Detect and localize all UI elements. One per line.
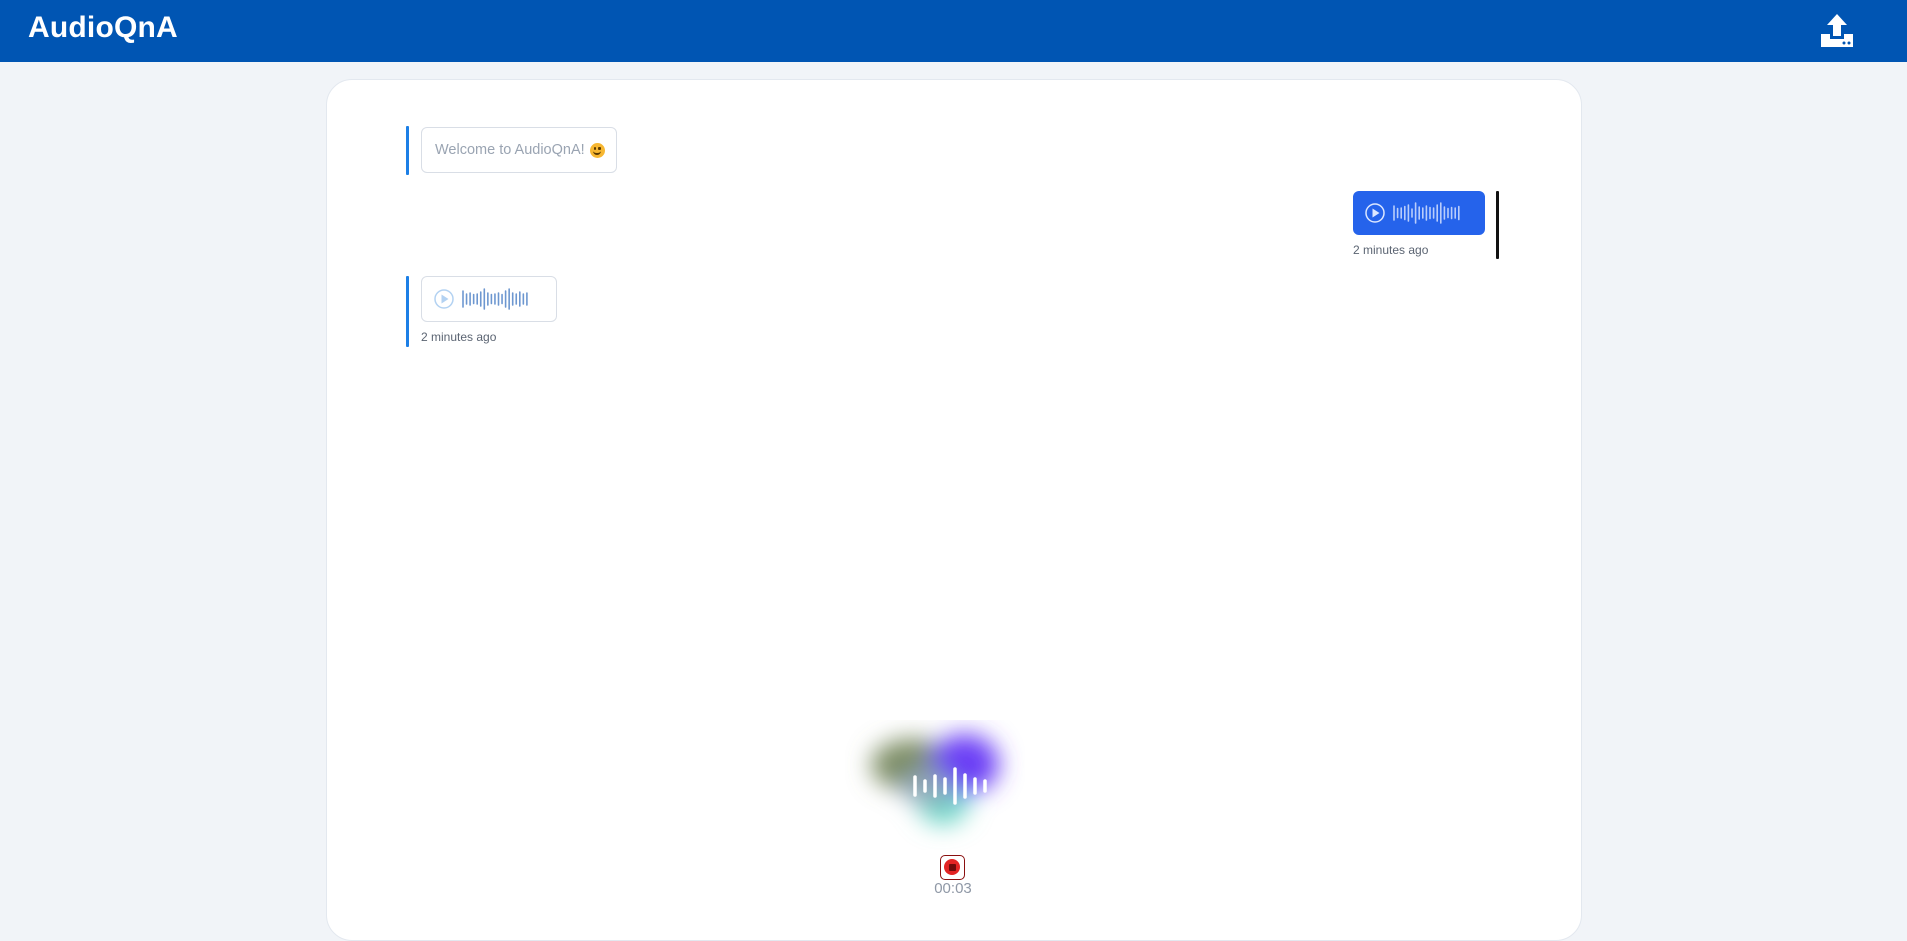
voice-activity-orb: [845, 720, 1025, 850]
app-header: AudioQnA: [0, 0, 1907, 62]
user-audio-message[interactable]: [1353, 191, 1485, 235]
welcome-message: Welcome to AudioQnA!: [421, 127, 617, 173]
bot-audio-waveform: [433, 287, 528, 310]
bot-audio-message[interactable]: [421, 276, 557, 322]
bot-message-indicator: [406, 276, 409, 347]
app-title: AudioQnA: [28, 11, 178, 44]
play-icon[interactable]: [433, 288, 454, 309]
bot-message-timestamp: 2 minutes ago: [421, 330, 497, 344]
stop-square: [948, 863, 956, 871]
user-message-timestamp: 2 minutes ago: [1353, 243, 1429, 257]
play-icon[interactable]: [1365, 203, 1385, 223]
bot-message-indicator: [406, 126, 409, 175]
stop-recording-button[interactable]: [940, 855, 965, 880]
recording-timer: 00:03: [934, 880, 972, 897]
upload-button[interactable]: [1818, 12, 1856, 50]
upload-tray-icon: [1821, 14, 1853, 47]
welcome-message-text: Welcome to AudioQnA!: [435, 142, 585, 158]
smiling-face-icon: [589, 142, 605, 158]
user-audio-waveform: [1365, 202, 1460, 224]
user-message-indicator: [1496, 191, 1499, 259]
